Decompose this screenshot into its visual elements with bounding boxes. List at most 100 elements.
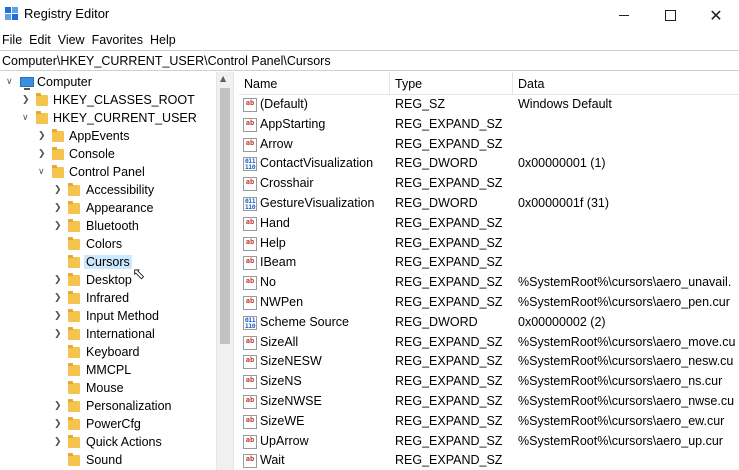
folder-icon [36, 111, 48, 124]
tree-item-console[interactable]: ❯ Console [0, 146, 216, 164]
table-row[interactable]: ab Help REG_EXPAND_SZ [239, 234, 739, 254]
address-bar[interactable]: Computer\HKEY_CURRENT_USER\Control Panel… [0, 50, 739, 71]
table-row[interactable]: 011 110 Scheme Source REG_DWORD 0x00000002 … [239, 313, 739, 333]
value-type: REG_EXPAND_SZ [395, 215, 503, 230]
tree-item-international[interactable]: ❯ International [0, 326, 216, 344]
table-row[interactable]: ab NWPen REG_EXPAND_SZ %SystemRoot%\cursors… [239, 293, 739, 313]
tree-item-label: AppEvents [69, 129, 130, 143]
tree-item-hkey-classes-root[interactable]: ❯ HKEY_CLASSES_ROOT [0, 92, 216, 110]
value-name: (Default) [260, 97, 308, 111]
value-type: REG_EXPAND_SZ [395, 354, 503, 369]
column-header-data[interactable]: Data [518, 77, 544, 91]
minimize-button[interactable] [601, 0, 647, 30]
chevron-right-icon[interactable]: ❯ [38, 149, 46, 159]
tree-item-personalization[interactable]: ❯ Personalization [0, 398, 216, 416]
scrollbar-thumb[interactable] [220, 88, 230, 344]
chevron-right-icon[interactable]: ❯ [54, 437, 62, 447]
chevron-right-icon[interactable]: ❯ [22, 95, 30, 105]
tree-item-quick-actions[interactable]: ❯ Quick Actions [0, 434, 216, 452]
chevron-right-icon[interactable]: ❯ [38, 131, 46, 141]
chevron-right-icon[interactable]: ❯ [54, 275, 62, 285]
table-row[interactable]: ab SizeNS REG_EXPAND_SZ %SystemRoot%\cursor… [239, 372, 739, 392]
column-header-name[interactable]: Name [244, 77, 277, 91]
tree-item-hkey-current-user[interactable]: ∨ HKEY_CURRENT_USER [0, 110, 216, 128]
menu-file[interactable]: File [0, 30, 25, 50]
string-value-icon: ab [243, 216, 257, 231]
tree-item-label: Colors [86, 237, 123, 251]
tree-item-mmcpl[interactable]: MMCPL [0, 362, 216, 380]
table-row[interactable]: ab Arrow REG_EXPAND_SZ [239, 135, 739, 155]
mouse-pointer-icon: ⬁ [132, 264, 146, 283]
tree-item-control-panel[interactable]: ∨ Control Panel [0, 164, 216, 182]
registry-editor-icon [5, 7, 19, 21]
chevron-right-icon[interactable]: ❯ [54, 311, 62, 321]
maximize-button[interactable] [647, 0, 693, 30]
table-row[interactable]: ab SizeNWSE REG_EXPAND_SZ %SystemRoot%\curs… [239, 392, 739, 412]
value-data: %SystemRoot%\cursors\aero_pen.cur [518, 295, 730, 309]
tree-item-bluetooth[interactable]: ❯ Bluetooth [0, 218, 216, 236]
table-row[interactable]: ab SizeAll REG_EXPAND_SZ %SystemRoot%\curso… [239, 333, 739, 353]
chevron-down-icon[interactable]: ∨ [38, 167, 45, 177]
column-divider[interactable] [512, 72, 513, 94]
tree-item-input-method[interactable]: ❯ Input Method [0, 308, 216, 326]
tree-item-accessibility[interactable]: ❯ Accessibility [0, 182, 216, 200]
table-row[interactable]: ab Hand REG_EXPAND_SZ [239, 214, 739, 234]
tree-item-appearance[interactable]: ❯ Appearance [0, 200, 216, 218]
folder-icon [36, 93, 48, 106]
table-row[interactable]: ab IBeam REG_EXPAND_SZ [239, 253, 739, 273]
tree-item-infrared[interactable]: ❯ Infrared [0, 290, 216, 308]
tree-item-keyboard[interactable]: Keyboard [0, 344, 216, 362]
string-value-icon: ab [243, 355, 257, 370]
table-row[interactable]: ab Wait REG_EXPAND_SZ [239, 451, 739, 470]
tree-item-label: Bluetooth [86, 219, 139, 233]
chevron-right-icon[interactable]: ❯ [54, 419, 62, 429]
chevron-down-icon[interactable]: ∨ [22, 113, 29, 123]
folder-icon [68, 399, 80, 412]
chevron-right-icon[interactable]: ❯ [54, 293, 62, 303]
value-type: REG_EXPAND_SZ [395, 235, 503, 250]
tree-item-cursors[interactable]: Cursors [0, 254, 216, 272]
chevron-down-icon[interactable]: ∨ [6, 77, 13, 87]
column-header-type[interactable]: Type [395, 77, 422, 91]
chevron-right-icon[interactable]: ❯ [54, 185, 62, 195]
tree-item-label: Personalization [86, 399, 172, 413]
table-row[interactable]: ab UpArrow REG_EXPAND_SZ %SystemRoot%\curso… [239, 432, 739, 452]
tree-item-powercfg[interactable]: ❯ PowerCfg [0, 416, 216, 434]
table-row[interactable]: ab SizeNESW REG_EXPAND_SZ %SystemRoot%\curs… [239, 352, 739, 372]
table-row[interactable]: ab AppStarting REG_EXPAND_SZ [239, 115, 739, 135]
folder-icon [68, 309, 80, 322]
tree-item-sound[interactable]: Sound [0, 452, 216, 470]
table-row[interactable]: ab Crosshair REG_EXPAND_SZ [239, 174, 739, 194]
value-data: Windows Default [518, 97, 612, 111]
column-divider[interactable] [389, 72, 390, 94]
tree-item-mouse[interactable]: Mouse [0, 380, 216, 398]
chevron-right-icon[interactable]: ❯ [54, 329, 62, 339]
chevron-right-icon[interactable]: ❯ [54, 401, 62, 411]
menu-favorites[interactable]: Favorites [89, 30, 146, 50]
tree-scrollbar[interactable]: ▲ [216, 72, 233, 470]
string-value-icon: ab [243, 276, 257, 291]
scroll-up-icon[interactable]: ▲ [220, 74, 226, 83]
menu-help[interactable]: Help [147, 30, 179, 50]
value-type: REG_EXPAND_SZ [395, 413, 503, 428]
tree-item-appevents[interactable]: ❯ AppEvents [0, 128, 216, 146]
tree-item-label: HKEY_CURRENT_USER [53, 111, 197, 125]
value-name: IBeam [260, 255, 297, 270]
table-row[interactable]: ab (Default) REG_SZ Windows Default [239, 95, 739, 115]
chevron-right-icon[interactable]: ❯ [54, 221, 62, 231]
menu-view[interactable]: View [55, 30, 88, 50]
table-row[interactable]: ab SizeWE REG_EXPAND_SZ %SystemRoot%\cursor… [239, 412, 739, 432]
table-row[interactable]: 011 110 GestureVisualization REG_DWORD 0x00… [239, 194, 739, 214]
table-row[interactable]: ab No REG_EXPAND_SZ %SystemRoot%\cursors\ae… [239, 273, 739, 293]
tree-item-desktop[interactable]: ❯ Desktop [0, 272, 216, 290]
table-row[interactable]: 011 110 ContactVisualization REG_DWORD 0x00… [239, 154, 739, 174]
menu-edit[interactable]: Edit [26, 30, 54, 50]
folder-icon [68, 381, 80, 394]
tree-item-label: Cursors [84, 255, 132, 269]
value-type: REG_DWORD [395, 196, 478, 210]
close-button[interactable]: ✕ [693, 0, 739, 30]
chevron-right-icon[interactable]: ❯ [54, 203, 62, 213]
tree-item-label: Accessibility [86, 183, 155, 197]
tree-item-colors[interactable]: Colors [0, 236, 216, 254]
tree-item-computer[interactable]: ∨ Computer [0, 74, 216, 92]
